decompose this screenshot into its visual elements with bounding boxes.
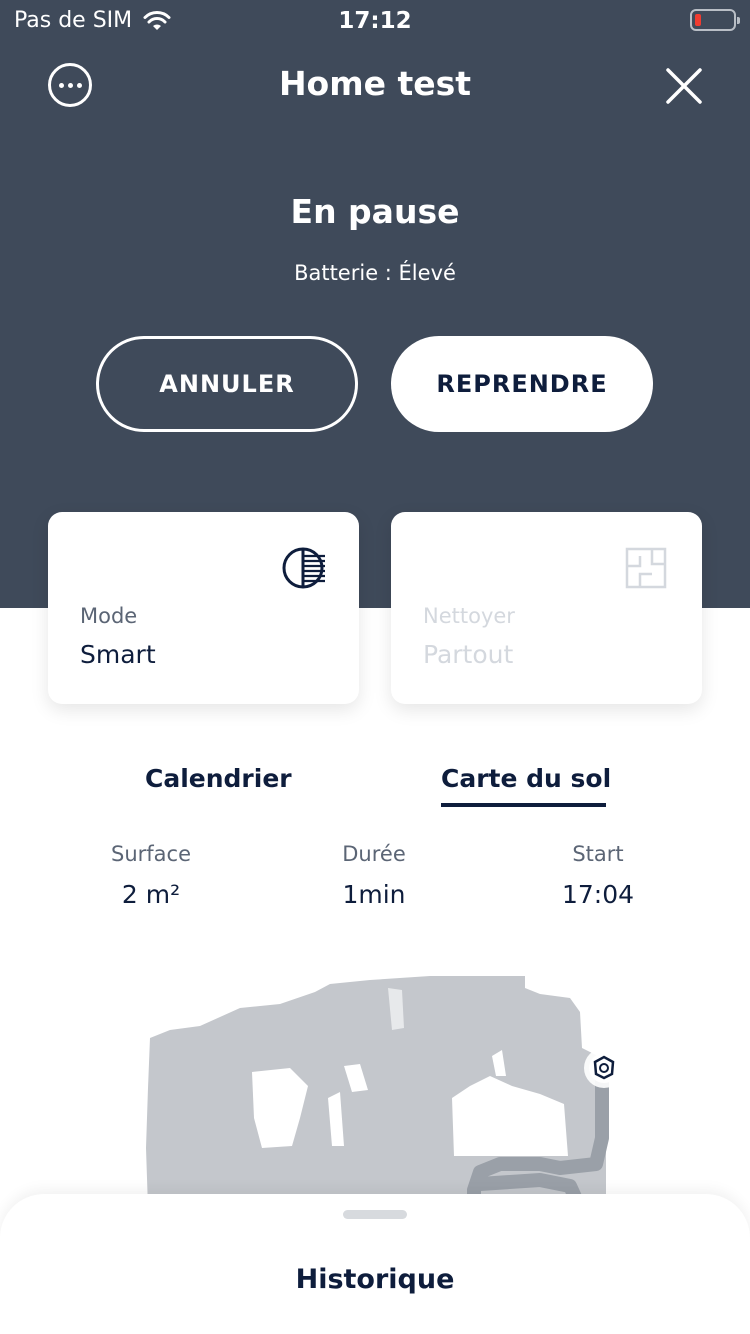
mode-card[interactable]: Mode Smart: [48, 512, 359, 704]
clean-area-card[interactable]: Nettoyer Partout: [391, 512, 702, 704]
surface-value: 2 m²: [121, 880, 181, 909]
clean-label: Nettoyer: [423, 604, 515, 628]
battery-low-icon: [690, 9, 740, 31]
floor-map[interactable]: [140, 968, 620, 1208]
history-title: Historique: [295, 1264, 455, 1295]
stat-start: Start 17:04: [498, 842, 698, 909]
history-bottom-sheet[interactable]: Historique: [0, 1194, 750, 1334]
duration-label: Durée: [342, 842, 406, 866]
tab-floor-map[interactable]: Carte du sol: [441, 764, 611, 793]
stat-surface: Surface 2 m²: [51, 842, 251, 909]
cancel-button[interactable]: ANNULER: [96, 336, 358, 432]
start-label: Start: [572, 842, 624, 866]
stat-duration: Durée 1min: [274, 842, 474, 909]
status-bar: Pas de SIM 17:12: [0, 0, 750, 40]
start-value: 17:04: [561, 880, 635, 909]
resume-button[interactable]: REPRENDRE: [391, 336, 653, 432]
duration-value: 1min: [342, 880, 406, 909]
half-circle-icon: [282, 547, 325, 589]
floor-plan-icon: [625, 547, 667, 589]
page-title: Home test: [278, 64, 472, 103]
mode-value: Smart: [80, 640, 156, 669]
robot-status-title: En pause: [290, 192, 460, 231]
clean-value: Partout: [423, 640, 514, 669]
active-tab-indicator: [441, 803, 606, 807]
status-time: 17:12: [338, 8, 412, 34]
surface-label: Surface: [110, 842, 191, 866]
battery-status-text: Batterie : Élevé: [294, 261, 456, 285]
close-icon[interactable]: [664, 66, 704, 106]
mode-label: Mode: [80, 604, 138, 628]
sheet-drag-handle[interactable]: [343, 1210, 407, 1219]
tab-calendar[interactable]: Calendrier: [145, 764, 292, 793]
